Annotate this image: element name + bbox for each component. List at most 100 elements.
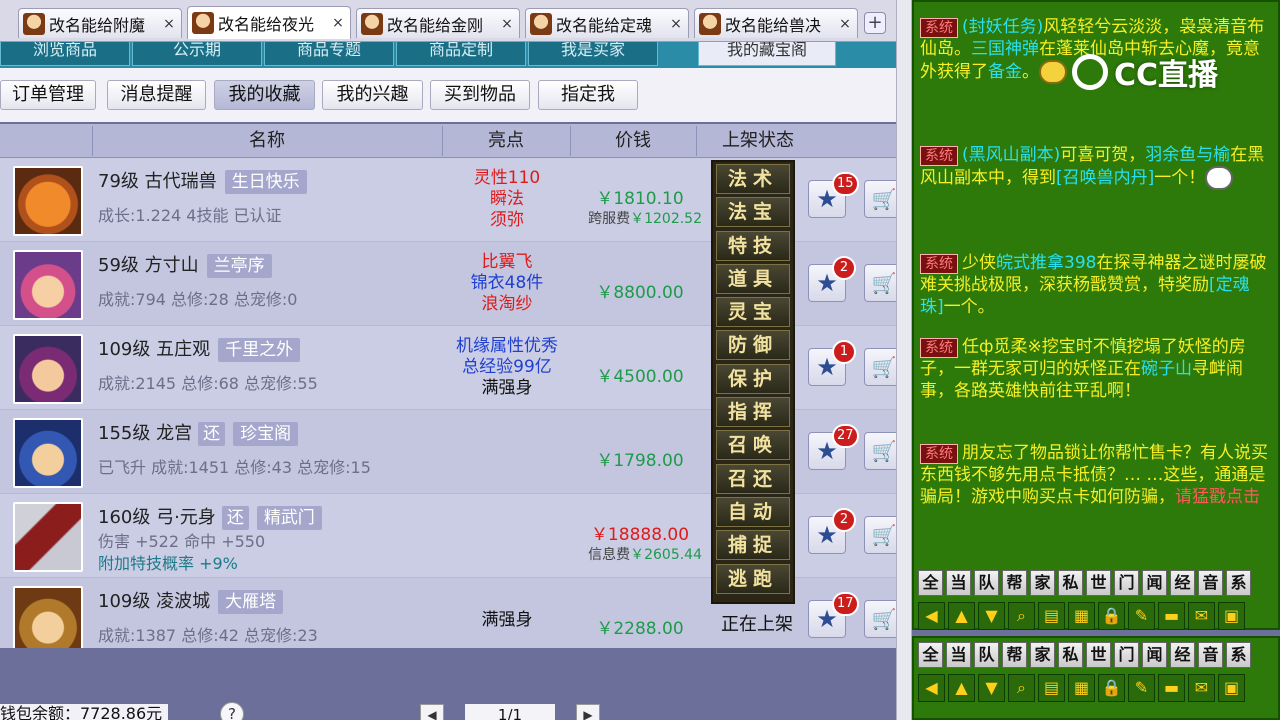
chat-channel-button[interactable]: 音 <box>1198 570 1223 596</box>
cmd-flee[interactable]: 逃跑 <box>716 563 790 594</box>
cart-icon[interactable]: 🛒 <box>864 348 896 386</box>
chat-highlight-text[interactable]: [召唤兽内丹] <box>1056 168 1154 188</box>
chat-tool-icon[interactable]: ▬ <box>1158 674 1185 702</box>
chat-tool-icon[interactable]: 🔒 <box>1098 674 1125 702</box>
chat-highlight-text[interactable]: (封妖任务) <box>962 17 1043 37</box>
chat-channel-button[interactable]: 当 <box>946 570 971 596</box>
chat-tool-icon[interactable]: ⌕ <box>1008 602 1035 630</box>
cat-my-cbg[interactable]: 我的藏宝阁 <box>698 42 836 66</box>
cart-icon[interactable]: 🛒 <box>864 432 896 470</box>
character-avatar[interactable] <box>13 586 83 648</box>
character-avatar[interactable] <box>13 418 83 488</box>
tab-fumo[interactable]: 改名能给附魔 × <box>18 8 182 38</box>
cmd-command[interactable]: 指挥 <box>716 397 790 428</box>
chat-tool-icon[interactable]: ▲ <box>948 602 975 630</box>
chat-tool-icon[interactable]: ✉ <box>1188 602 1215 630</box>
help-icon[interactable]: ? <box>220 702 244 720</box>
chat-tool-icon[interactable]: ▤ <box>1038 674 1065 702</box>
chat-tool-icon[interactable]: ▲ <box>948 674 975 702</box>
chat-tool-icon[interactable]: ▣ <box>1218 674 1245 702</box>
chat-channel-button[interactable]: 帮 <box>1002 642 1027 668</box>
chat-channel-button[interactable]: 帮 <box>1002 570 1027 596</box>
chat-channel-button[interactable]: 经 <box>1170 570 1195 596</box>
character-avatar[interactable] <box>13 250 83 320</box>
chat-highlight-text[interactable]: (黑风山副本) <box>962 145 1060 165</box>
tab-dinghun[interactable]: 改名能给定魂 × <box>525 8 689 38</box>
tab-shoujue[interactable]: 改名能给兽决 × <box>694 8 858 38</box>
chat-channel-button[interactable]: 全 <box>918 642 943 668</box>
cart-icon[interactable]: 🛒 <box>864 516 896 554</box>
weapon-avatar[interactable] <box>13 502 83 572</box>
chat-channel-button[interactable]: 私 <box>1058 642 1083 668</box>
chat-channel-button[interactable]: 家 <box>1030 642 1055 668</box>
chat-tool-icon[interactable]: ▬ <box>1158 602 1185 630</box>
chat-tool-icon[interactable]: ▼ <box>978 602 1005 630</box>
chat-highlight-text[interactable]: 羽余鱼与榆 <box>1145 145 1230 165</box>
chat-channel-button[interactable]: 世 <box>1086 642 1111 668</box>
chat-tool-icon[interactable]: ⌕ <box>1008 674 1035 702</box>
chat-tool-icon[interactable]: ▣ <box>1218 602 1245 630</box>
cart-icon[interactable]: 🛒 <box>864 180 896 218</box>
next-page-button[interactable]: ▶ <box>576 704 600 720</box>
cmd-item[interactable]: 道具 <box>716 263 790 294</box>
chat-channel-button[interactable]: 全 <box>918 570 943 596</box>
chat-tool-icon[interactable]: ▼ <box>978 674 1005 702</box>
subnav-assigned[interactable]: 指定我 <box>538 80 638 110</box>
chat-channel-button[interactable]: 世 <box>1086 570 1111 596</box>
cmd-summon[interactable]: 召唤 <box>716 430 790 461</box>
cat-buyer[interactable]: 我是买家 <box>528 42 658 66</box>
tab-yeguang[interactable]: 改名能给夜光 × <box>187 6 351 39</box>
chat-tool-icon[interactable]: ▦ <box>1068 674 1095 702</box>
new-tab-button[interactable]: + <box>864 12 886 34</box>
cmd-recall[interactable]: 召还 <box>716 463 790 494</box>
chat-channel-button[interactable]: 系 <box>1226 570 1251 596</box>
chat-channel-button[interactable]: 家 <box>1030 570 1055 596</box>
subnav-orders[interactable]: 订单管理 <box>0 80 96 110</box>
cmd-treasure[interactable]: 法宝 <box>716 197 790 228</box>
chat-channel-button[interactable]: 经 <box>1170 642 1195 668</box>
chat-channel-button[interactable]: 当 <box>946 642 971 668</box>
cat-topics[interactable]: 商品专题 <box>264 42 394 66</box>
subnav-messages[interactable]: 消息提醒 <box>107 80 206 110</box>
cmd-protect[interactable]: 保护 <box>716 363 790 394</box>
cart-icon[interactable]: 🛒 <box>864 264 896 302</box>
cmd-lingbao[interactable]: 灵宝 <box>716 297 790 328</box>
close-icon[interactable]: × <box>330 15 346 31</box>
chat-tool-icon[interactable]: ▦ <box>1068 602 1095 630</box>
chat-tool-icon[interactable]: ▤ <box>1038 602 1065 630</box>
cart-icon[interactable]: 🛒 <box>864 600 896 638</box>
chat-tool-icon[interactable]: ✎ <box>1128 674 1155 702</box>
chat-channel-button[interactable]: 闻 <box>1142 642 1167 668</box>
chat-channel-button[interactable]: 队 <box>974 642 999 668</box>
prev-page-button[interactable]: ◀ <box>420 704 444 720</box>
cmd-capture[interactable]: 捕捉 <box>716 530 790 561</box>
chat-tool-icon[interactable]: ◀ <box>918 674 945 702</box>
chat-channel-button[interactable]: 系 <box>1226 642 1251 668</box>
cmd-defend[interactable]: 防御 <box>716 330 790 361</box>
chat-channel-button[interactable]: 音 <box>1198 642 1223 668</box>
chat-highlight-text[interactable]: 碗子山 <box>1141 359 1192 379</box>
character-avatar[interactable] <box>13 334 83 404</box>
pet-avatar[interactable] <box>13 166 83 236</box>
close-icon[interactable]: × <box>668 16 684 32</box>
tab-jingang[interactable]: 改名能给金刚 × <box>356 8 520 38</box>
chat-channel-button[interactable]: 门 <box>1114 642 1139 668</box>
cmd-auto[interactable]: 自动 <box>716 496 790 527</box>
close-icon[interactable]: × <box>499 16 515 32</box>
chat-channel-button[interactable]: 队 <box>974 570 999 596</box>
chat-tool-icon[interactable]: 🔒 <box>1098 602 1125 630</box>
chat-highlight-text[interactable]: 请猛戳点击 <box>1175 487 1260 507</box>
chat-tool-icon[interactable]: ✉ <box>1188 674 1215 702</box>
chat-highlight-text[interactable]: 皖式推拿398 <box>996 253 1096 273</box>
close-icon[interactable]: × <box>161 16 177 32</box>
cat-custom[interactable]: 商品定制 <box>396 42 526 66</box>
chat-channel-button[interactable]: 私 <box>1058 570 1083 596</box>
chat-tool-icon[interactable]: ◀ <box>918 602 945 630</box>
cat-public[interactable]: 公示期 <box>132 42 262 66</box>
cmd-skill[interactable]: 特技 <box>716 230 790 261</box>
subnav-favorites[interactable]: 我的收藏 <box>214 80 315 110</box>
cmd-spell[interactable]: 法术 <box>716 164 790 194</box>
subnav-bought[interactable]: 买到物品 <box>430 80 530 110</box>
chat-highlight-text[interactable]: 备金 <box>988 62 1022 82</box>
chat-channel-button[interactable]: 闻 <box>1142 570 1167 596</box>
